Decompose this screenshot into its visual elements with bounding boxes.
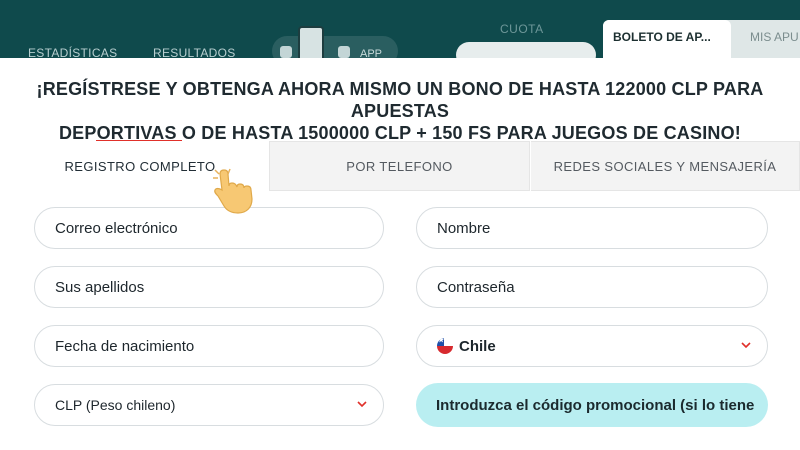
tab-betslip[interactable]: BOLETO DE AP... [603,20,731,60]
tab-social-registration[interactable]: REDES SOCIALES Y MENSAJERÍA [531,141,800,191]
chile-flag-icon: ★ [437,338,453,354]
headline-line-1: ¡REGÍSTRESE Y OBTENGA AHORA MISMO UN BON… [36,79,764,121]
promo-code-placeholder: Introduzca el código promocional (si lo … [436,396,755,414]
surname-placeholder: Sus apellidos [55,278,145,296]
registration-tabs: REGISTRO COMPLETO POR TELEFONO REDES SOC… [12,141,800,191]
first-name-placeholder: Nombre [437,219,491,237]
chevron-down-icon [357,401,367,408]
country-select[interactable]: ★ Chile [416,325,768,367]
birthdate-placeholder: Fecha de nacimiento [55,337,195,355]
password-field[interactable]: Contraseña [416,266,768,308]
promo-code-field[interactable]: Introduzca el código promocional (si lo … [416,383,768,427]
pointing-hand-icon [213,168,253,214]
currency-value: CLP (Peso chileno) [55,397,176,413]
email-field[interactable]: Correo electrónico [34,207,384,249]
first-name-field[interactable]: Nombre [416,207,768,249]
country-value: Chile [459,337,496,355]
tab-phone-registration[interactable]: POR TELEFONO [269,141,530,191]
birthdate-field[interactable]: Fecha de nacimiento [34,325,384,367]
android-icon [338,46,350,58]
chevron-down-icon [741,342,751,349]
surname-field[interactable]: Sus apellidos [34,266,384,308]
currency-select[interactable]: CLP (Peso chileno) [34,384,384,426]
email-placeholder: Correo electrónico [55,219,178,237]
site-header: ESTADÍSTICAS RESULTADOS APP CUOTA BOLETO… [0,0,800,68]
password-placeholder: Contraseña [437,278,515,296]
tab-my-bets[interactable]: MIS APU [750,30,799,44]
bonus-headline: ¡REGÍSTRESE Y OBTENGA AHORA MISMO UN BON… [0,78,800,144]
apple-icon [280,46,292,58]
odds-label: CUOTA [500,22,544,36]
